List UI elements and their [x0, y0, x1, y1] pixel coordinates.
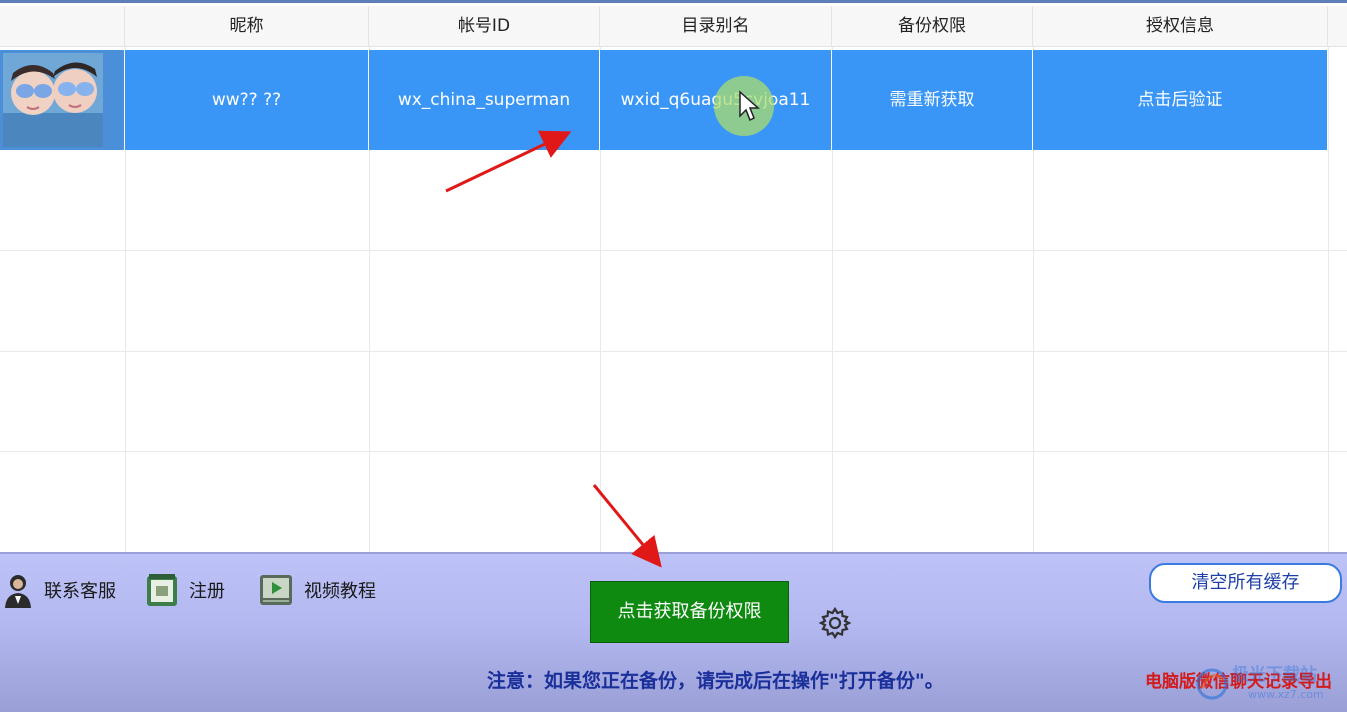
watermark-logo: 极光下载站 www.xz7.com	[1196, 664, 1324, 701]
grid-line	[0, 250, 1347, 251]
watermark-site-text: 极光下载站	[1232, 664, 1317, 685]
register-label: 注册	[189, 581, 225, 602]
header-avatar	[0, 6, 125, 46]
row-nickname[interactable]: ww?? ??	[125, 50, 369, 150]
mouse-cursor-icon	[739, 90, 760, 122]
register-icon	[147, 574, 177, 606]
grid-line	[1328, 46, 1329, 555]
row-backup-perm[interactable]: 需重新获取	[832, 50, 1033, 150]
table-row[interactable]: ww?? ?? wx_china_superman wxid_q6uagu5cv…	[0, 50, 1328, 150]
watermark-site-url: www.xz7.com	[1248, 688, 1324, 701]
header-auth-info[interactable]: 授权信息	[1033, 6, 1328, 46]
clear-cache-button[interactable]: 清空所有缓存	[1149, 563, 1342, 603]
header-dir-alias[interactable]: 目录别名	[600, 6, 832, 46]
table-header: 昵称 帐号ID 目录别名 备份权限 授权信息	[0, 6, 1347, 47]
get-backup-permission-button[interactable]: 点击获取备份权限	[590, 581, 789, 643]
register-button[interactable]: 注册	[145, 566, 225, 614]
avatar	[3, 53, 103, 147]
gear-icon[interactable]	[818, 606, 852, 640]
row-avatar-cell[interactable]	[0, 50, 125, 150]
support-agent-icon	[5, 575, 31, 608]
grid-line	[0, 351, 1347, 352]
header-account-id[interactable]: 帐号ID	[369, 6, 600, 46]
grid-line	[0, 451, 1347, 452]
row-account-id[interactable]: wx_china_superman	[369, 50, 600, 150]
video-tutorial-label: 视频教程	[304, 581, 376, 602]
video-play-icon	[260, 575, 292, 605]
notice-text: 注意：如果您正在备份，请完成后在操作"打开备份"。	[487, 670, 944, 692]
video-tutorial-button[interactable]: 视频教程	[258, 566, 376, 614]
header-backup-perm[interactable]: 备份权限	[832, 6, 1033, 46]
account-table: 昵称 帐号ID 目录别名 备份权限 授权信息 ww?? ?? wx_china_…	[0, 0, 1347, 555]
contact-support-label: 联系客服	[44, 581, 116, 602]
contact-support-button[interactable]: 联系客服	[2, 566, 116, 614]
header-nickname[interactable]: 昵称	[125, 6, 369, 46]
row-auth-info[interactable]: 点击后验证	[1033, 50, 1328, 150]
